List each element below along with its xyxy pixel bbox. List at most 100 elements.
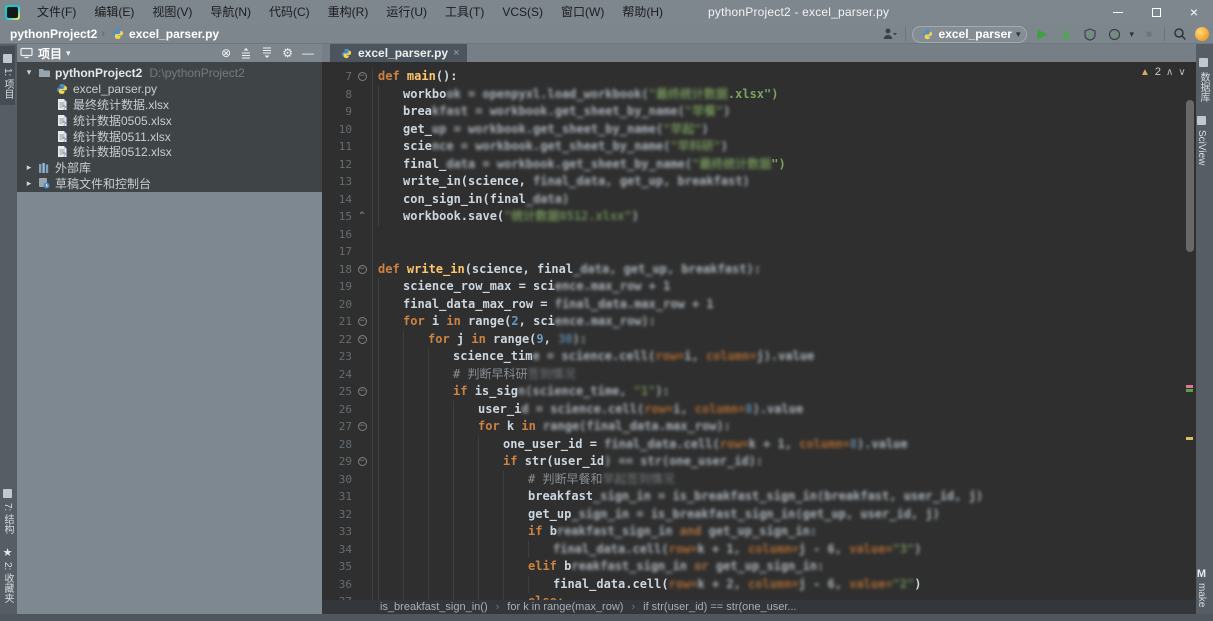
run-configuration-select[interactable]: excel_parser ▾ bbox=[912, 26, 1028, 43]
line-number[interactable]: 33 bbox=[322, 523, 352, 541]
collapse-all-icon[interactable] bbox=[261, 47, 273, 59]
chevron-right-icon[interactable]: ▸ bbox=[23, 178, 35, 189]
fold-marker-icon[interactable]: − bbox=[352, 331, 372, 349]
line-number[interactable]: 24 bbox=[322, 366, 352, 384]
tab-close-icon[interactable]: × bbox=[453, 47, 459, 59]
inspection-widget[interactable]: ▲ 2 ∧ ∨ bbox=[1140, 66, 1186, 78]
line-number[interactable]: 16 bbox=[322, 226, 352, 244]
line-number[interactable]: 9 bbox=[322, 103, 352, 121]
line-number[interactable]: 29 bbox=[322, 453, 352, 471]
toolwindow-button-SciView[interactable]: SciView bbox=[1196, 108, 1207, 171]
line-number[interactable]: 20 bbox=[322, 296, 352, 314]
line-number[interactable]: 8 bbox=[322, 86, 352, 104]
menubar-item[interactable]: 帮助(H) bbox=[613, 0, 672, 24]
fold-marker-icon[interactable]: − bbox=[352, 261, 372, 279]
line-number[interactable]: 12 bbox=[322, 156, 352, 174]
line-number[interactable]: 21 bbox=[322, 313, 352, 331]
profiler-button[interactable] bbox=[1105, 25, 1123, 43]
project-panel-title[interactable]: 项目 bbox=[38, 45, 62, 62]
line-number[interactable]: 7 bbox=[322, 68, 352, 86]
tab-excel-parser[interactable]: excel_parser.py × bbox=[330, 44, 467, 62]
toolwindow-button-7[interactable]: 7: 结构 bbox=[0, 481, 15, 540]
line-number[interactable]: 14 bbox=[322, 191, 352, 209]
status-breadcrumb-item[interactable]: for k in range(max_row) bbox=[507, 601, 623, 613]
run-with-coverage-button[interactable] bbox=[1081, 25, 1099, 43]
update-indicator-icon[interactable] bbox=[1195, 27, 1209, 41]
line-number[interactable]: 32 bbox=[322, 506, 352, 524]
error-stripe-mark[interactable] bbox=[1186, 389, 1193, 392]
run-button[interactable]: ▶ bbox=[1033, 25, 1051, 43]
fold-marker-icon[interactable]: − bbox=[352, 68, 372, 86]
chevron-down-icon[interactable]: ▾ bbox=[1129, 29, 1134, 40]
line-number[interactable]: 11 bbox=[322, 138, 352, 156]
next-warning-icon[interactable]: ∨ bbox=[1178, 67, 1185, 78]
toolwindow-button-[interactable]: 数据库 bbox=[1196, 50, 1211, 108]
chevron-down-icon[interactable]: ▾ bbox=[23, 67, 35, 78]
line-number[interactable]: 10 bbox=[322, 121, 352, 139]
line-number[interactable]: 19 bbox=[322, 278, 352, 296]
tree-item[interactable]: ?统计数据0512.xlsx bbox=[17, 144, 322, 160]
status-breadcrumb-item[interactable]: if str(user_id) == str(one_user... bbox=[643, 601, 796, 613]
chevron-down-icon[interactable]: ▾ bbox=[66, 48, 71, 59]
menubar-item[interactable]: 文件(F) bbox=[28, 0, 85, 24]
menubar-item[interactable]: 重构(R) bbox=[319, 0, 378, 24]
line-number[interactable]: 34 bbox=[322, 541, 352, 559]
menubar-item[interactable]: 运行(U) bbox=[377, 0, 436, 24]
menubar-item[interactable]: 代码(C) bbox=[260, 0, 319, 24]
line-number[interactable]: 36 bbox=[322, 576, 352, 594]
line-number[interactable]: 30 bbox=[322, 471, 352, 489]
line-number[interactable]: 23 bbox=[322, 348, 352, 366]
fold-marker-icon[interactable]: − bbox=[352, 313, 372, 331]
close-button[interactable]: × bbox=[1175, 0, 1213, 24]
line-number[interactable]: 35 bbox=[322, 558, 352, 576]
line-number[interactable]: 13 bbox=[322, 173, 352, 191]
fold-marker-icon[interactable]: − bbox=[352, 418, 372, 436]
line-number[interactable]: 17 bbox=[322, 243, 352, 261]
line-number[interactable]: 25 bbox=[322, 383, 352, 401]
hide-panel-icon[interactable]: — bbox=[302, 44, 314, 62]
breadcrumb-project[interactable]: pythonProject2 bbox=[10, 27, 97, 41]
line-number[interactable]: 22 bbox=[322, 331, 352, 349]
menubar-item[interactable]: 编辑(E) bbox=[85, 0, 143, 24]
error-stripe-mark[interactable] bbox=[1186, 385, 1193, 388]
error-stripe-mark[interactable] bbox=[1186, 437, 1193, 440]
prev-warning-icon[interactable]: ∧ bbox=[1166, 67, 1173, 78]
minimize-button[interactable] bbox=[1099, 0, 1137, 24]
breadcrumb-file[interactable]: excel_parser.py bbox=[129, 27, 219, 41]
fold-marker-icon[interactable]: − bbox=[352, 453, 372, 471]
search-everywhere-icon[interactable] bbox=[1171, 25, 1189, 43]
settings-gear-icon[interactable]: ⚙ bbox=[282, 44, 293, 62]
tree-item[interactable]: ▸草稿文件和控制台 bbox=[17, 176, 322, 192]
toolwindow-button-1[interactable]: 1: 项目 bbox=[0, 46, 15, 105]
menubar-item[interactable]: 导航(N) bbox=[201, 0, 260, 24]
toolwindow-button-2[interactable]: ★2: 收藏夹 bbox=[0, 540, 15, 609]
tree-item[interactable]: ?最终统计数据.xlsx bbox=[17, 97, 322, 113]
line-number[interactable]: 18 bbox=[322, 261, 352, 279]
locate-file-icon[interactable]: ⊗ bbox=[221, 44, 231, 62]
expand-all-icon[interactable] bbox=[240, 47, 252, 59]
code-editor[interactable]: 7−def main():8workbook = openpyxl.load_w… bbox=[322, 62, 1196, 600]
editor-scrollbar[interactable] bbox=[1186, 100, 1194, 252]
maximize-button[interactable] bbox=[1137, 0, 1175, 24]
line-number[interactable]: 27 bbox=[322, 418, 352, 436]
tree-item[interactable]: ?统计数据0511.xlsx bbox=[17, 128, 322, 144]
menubar-item[interactable]: 视图(V) bbox=[143, 0, 201, 24]
tree-item[interactable]: ▾pythonProject2D:\pythonProject2 bbox=[17, 65, 322, 81]
user-dropdown-icon[interactable] bbox=[881, 25, 899, 43]
toolwindow-button-make[interactable]: Mmake bbox=[1196, 562, 1207, 613]
fold-marker-icon[interactable]: − bbox=[352, 383, 372, 401]
line-number[interactable]: 26 bbox=[322, 401, 352, 419]
tree-item[interactable]: ?统计数据0505.xlsx bbox=[17, 112, 322, 128]
menubar-item[interactable]: VCS(S) bbox=[493, 0, 552, 24]
chevron-right-icon[interactable]: ▸ bbox=[23, 162, 35, 173]
line-number[interactable]: 28 bbox=[322, 436, 352, 454]
fold-marker-icon[interactable]: ^ bbox=[352, 208, 372, 226]
tree-item[interactable]: excel_parser.py bbox=[17, 81, 322, 97]
line-number[interactable]: 31 bbox=[322, 488, 352, 506]
tree-item[interactable]: ▸外部库 bbox=[17, 160, 322, 176]
menubar-item[interactable]: 工具(T) bbox=[436, 0, 493, 24]
stop-button[interactable]: ■ bbox=[1140, 25, 1158, 43]
line-number[interactable]: 15 bbox=[322, 208, 352, 226]
debug-button[interactable] bbox=[1057, 25, 1075, 43]
line-number[interactable]: 37 bbox=[322, 593, 352, 600]
